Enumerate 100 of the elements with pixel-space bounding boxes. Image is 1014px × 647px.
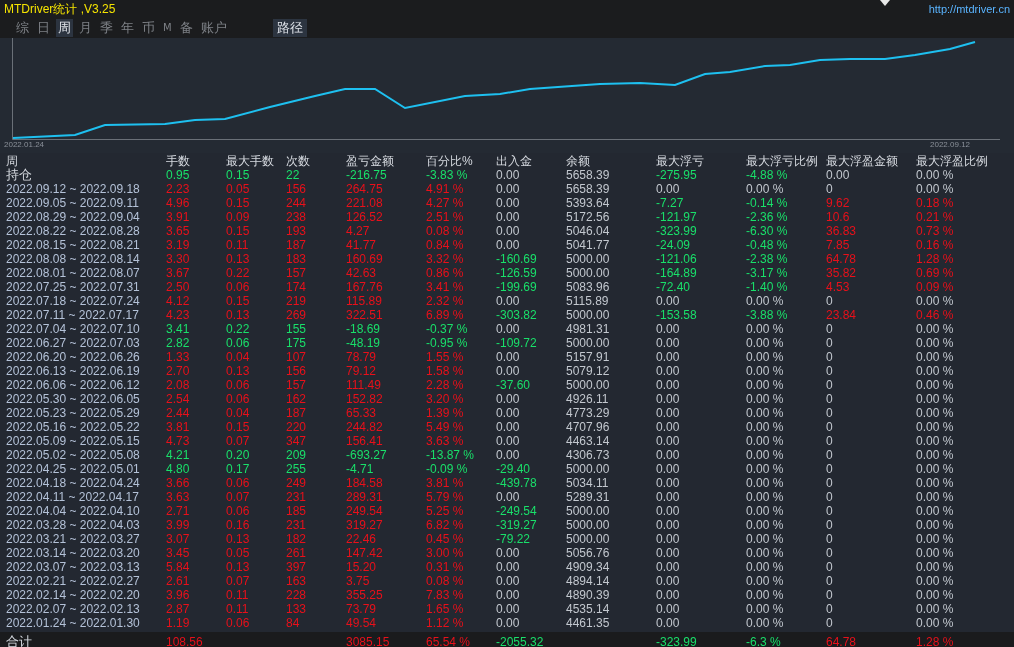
- table-cell-text: -160.69: [496, 252, 538, 266]
- table-cell-text: 22.46: [346, 532, 378, 546]
- table-cell-text: 0.07: [226, 490, 251, 504]
- table-cell-text: 2.87: [166, 602, 191, 616]
- table-cell-text: 0.00 %: [746, 532, 785, 546]
- table-cell-text: 152.82: [346, 392, 384, 406]
- table-cell-text: 0.00 %: [746, 490, 785, 504]
- table-cell-text: -1.40 %: [746, 280, 789, 294]
- axis-label: 2022.09.12: [930, 140, 971, 149]
- period-cell-text: 2022.06.13 ~ 2022.06.19: [6, 364, 141, 378]
- dropdown-arrow-icon[interactable]: [880, 0, 890, 6]
- table-cell-text: 0.08 %: [426, 574, 465, 588]
- table-cell-text: 319.27: [346, 518, 384, 532]
- period-tab[interactable]: 账户: [198, 19, 229, 37]
- period-tab[interactable]: 月: [77, 19, 94, 37]
- table-cell-text: 0.11: [226, 588, 250, 602]
- table-cell-text: 264.75: [346, 182, 384, 196]
- table-cell-text: 0.00: [496, 224, 521, 238]
- period-tab[interactable]: 日: [35, 19, 52, 37]
- table-cell-text: 2.70: [166, 364, 191, 378]
- table-cell-text: -13.87 %: [426, 448, 476, 462]
- period-cell-text: 2022.06.27 ~ 2022.07.03: [6, 336, 141, 350]
- table-cell-text: 1.58 %: [426, 364, 465, 378]
- period-cell-text: 2022.04.18 ~ 2022.04.24: [6, 476, 141, 490]
- table-cell-text: 0.00 %: [916, 602, 955, 616]
- table-cell-text: 0.00: [656, 322, 681, 336]
- table-cell-text: 0.00: [496, 420, 521, 434]
- period-tab[interactable]: 周: [56, 19, 73, 37]
- table-cell-text: 4890.39: [566, 588, 611, 602]
- table-cell-text: 0.00 %: [916, 406, 955, 420]
- table-cell-text: 0.16 %: [916, 238, 955, 252]
- period-tab[interactable]: M: [161, 19, 174, 37]
- table-cell-text: -109.72: [496, 336, 538, 350]
- table-cell-text: 0.00 %: [916, 490, 955, 504]
- table-cell-text: 0: [826, 350, 834, 364]
- table-cell-text: 126.52: [346, 210, 384, 224]
- table-cell-text: 0.00: [656, 532, 681, 546]
- table-cell-text: 5056.76: [566, 546, 611, 560]
- table-cell-text: 0.13: [226, 252, 251, 266]
- table-cell-text: 0.00: [656, 504, 681, 518]
- table-cell-text: 108.56: [166, 634, 204, 647]
- table-cell-text: 1.39 %: [426, 406, 465, 420]
- period-tab[interactable]: 综: [14, 19, 31, 37]
- table-cell-text: 5289.31: [566, 490, 611, 504]
- table-cell-text: 10.6: [826, 210, 851, 224]
- table-cell-text: 289.31: [346, 490, 384, 504]
- column-header: 手数: [166, 154, 191, 168]
- table-cell-text: 3.20 %: [426, 392, 465, 406]
- table-cell-text: 0.00: [656, 294, 681, 308]
- table-cell-text: 5000.00: [566, 266, 611, 280]
- period-tab[interactable]: 币: [140, 19, 157, 37]
- table-cell-text: 0.15: [226, 168, 251, 182]
- table-cell-text: 0: [826, 602, 834, 616]
- table-cell-text: 0.00 %: [746, 602, 785, 616]
- period-cell-text: 2022.08.01 ~ 2022.08.07: [6, 266, 141, 280]
- table-cell-text: 156: [286, 364, 308, 378]
- table-cell-text: 0.00 %: [916, 434, 955, 448]
- table-cell-text: 0.45 %: [426, 532, 465, 546]
- table-cell-text: 3.67: [166, 266, 191, 280]
- table-cell-text: 0.00: [496, 602, 521, 616]
- table-cell-text: 107: [286, 350, 308, 364]
- column-header: 最大浮亏: [656, 154, 705, 168]
- table-cell-text: 0.00: [496, 294, 521, 308]
- path-button[interactable]: 路径: [272, 19, 307, 37]
- table-cell-text: 2.28 %: [426, 378, 465, 392]
- table-cell-text: 0: [826, 182, 834, 196]
- table-cell-text: 4894.14: [566, 574, 611, 588]
- table-cell-text: 0.00 %: [916, 420, 955, 434]
- period-cell-text: 2022.02.07 ~ 2022.02.13: [6, 602, 141, 616]
- table-cell-text: -37.60: [496, 378, 532, 392]
- website-link[interactable]: http://mtdriver.cn: [928, 3, 1010, 15]
- period-tab[interactable]: 备: [177, 19, 195, 37]
- table-cell-text: 0.00 %: [916, 560, 955, 574]
- period-cell-text: 2022.05.23 ~ 2022.05.29: [6, 406, 141, 420]
- table-cell-text: 3.07: [166, 532, 191, 546]
- table-cell-text: 0.00 %: [916, 364, 955, 378]
- period-cell-text: 2022.03.21 ~ 2022.03.27: [6, 532, 141, 546]
- period-tab[interactable]: 年: [119, 19, 136, 37]
- table-cell-text: 4.73: [166, 434, 191, 448]
- table-cell-text: 3085.15: [346, 634, 391, 647]
- period-cell-text: 2022.08.22 ~ 2022.08.28: [6, 224, 141, 238]
- table-cell-text: 187: [286, 238, 308, 252]
- table-cell-text: 4.53: [826, 280, 851, 294]
- table-cell-text: 0.86 %: [426, 266, 465, 280]
- table-cell-text: -323.99: [656, 224, 698, 238]
- table-cell-text: 0: [826, 546, 834, 560]
- table-cell-text: 0.11: [226, 602, 250, 616]
- table-cell-text: -18.69: [346, 322, 382, 336]
- table-cell-text: 322.51: [346, 308, 384, 322]
- table-cell-text: 0.00 %: [916, 504, 955, 518]
- table-cell-text: -319.27: [496, 518, 538, 532]
- table-cell-text: 22: [286, 168, 301, 182]
- period-cell-text: 2022.03.14 ~ 2022.03.20: [6, 546, 141, 560]
- table-cell-text: 7.83 %: [426, 588, 465, 602]
- table-cell-text: -6.3 %: [746, 634, 782, 647]
- table-cell-text: 5000.00: [566, 532, 611, 546]
- period-tab[interactable]: 季: [98, 19, 115, 37]
- table-cell-text: 111.49: [346, 378, 382, 392]
- table-cell-text: 0.00: [656, 378, 681, 392]
- column-header: 次数: [286, 154, 311, 168]
